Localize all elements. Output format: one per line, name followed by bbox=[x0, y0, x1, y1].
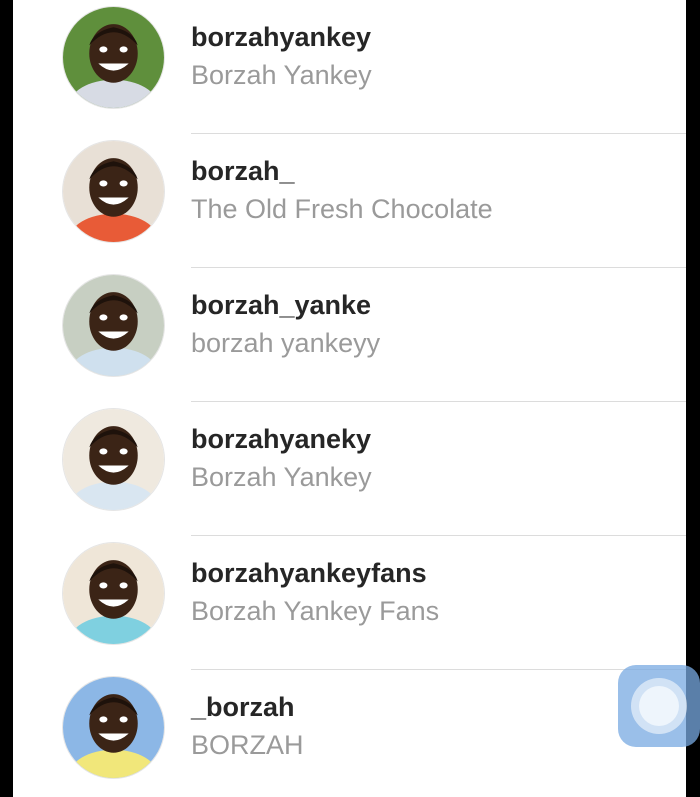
list-item[interactable]: borzahyaneky Borzah Yankey bbox=[13, 402, 686, 536]
full-name: The Old Fresh Chocolate bbox=[191, 194, 493, 224]
list-item[interactable]: _borzah BORZAH bbox=[13, 670, 686, 797]
profile-photo-icon bbox=[63, 677, 164, 778]
avatar[interactable] bbox=[63, 141, 164, 242]
assistive-touch-core-icon bbox=[639, 686, 679, 726]
avatar[interactable] bbox=[63, 409, 164, 510]
search-results-list: borzahyankey Borzah Yankey borzah_ The O… bbox=[13, 0, 686, 797]
avatar[interactable] bbox=[63, 543, 164, 644]
full-name: BORZAH bbox=[191, 730, 304, 760]
profile-photo-icon bbox=[63, 141, 164, 242]
profile-photo-icon bbox=[63, 7, 164, 108]
list-item[interactable]: borzah_ The Old Fresh Chocolate bbox=[13, 134, 686, 268]
full-name: Borzah Yankey Fans bbox=[191, 596, 440, 626]
username: borzahyaneky bbox=[191, 424, 372, 454]
username: _borzah bbox=[191, 692, 295, 722]
avatar[interactable] bbox=[63, 275, 164, 376]
full-name: borzah yankeyy bbox=[191, 328, 381, 358]
username: borzahyankeyfans bbox=[191, 558, 427, 588]
list-item[interactable]: borzah_yanke borzah yankeyy bbox=[13, 268, 686, 402]
username: borzah_ bbox=[191, 156, 295, 186]
username: borzah_yanke bbox=[191, 290, 372, 320]
profile-photo-icon bbox=[63, 409, 164, 510]
profile-photo-icon bbox=[63, 275, 164, 376]
avatar[interactable] bbox=[63, 677, 164, 778]
username: borzahyankey bbox=[191, 22, 372, 52]
list-item[interactable]: borzahyankey Borzah Yankey bbox=[13, 0, 686, 134]
avatar[interactable] bbox=[63, 7, 164, 108]
full-name: Borzah Yankey bbox=[191, 60, 372, 90]
assistive-touch-button[interactable] bbox=[618, 665, 700, 747]
profile-photo-icon bbox=[63, 543, 164, 644]
full-name: Borzah Yankey bbox=[191, 462, 372, 492]
list-item[interactable]: borzahyankeyfans Borzah Yankey Fans bbox=[13, 536, 686, 670]
